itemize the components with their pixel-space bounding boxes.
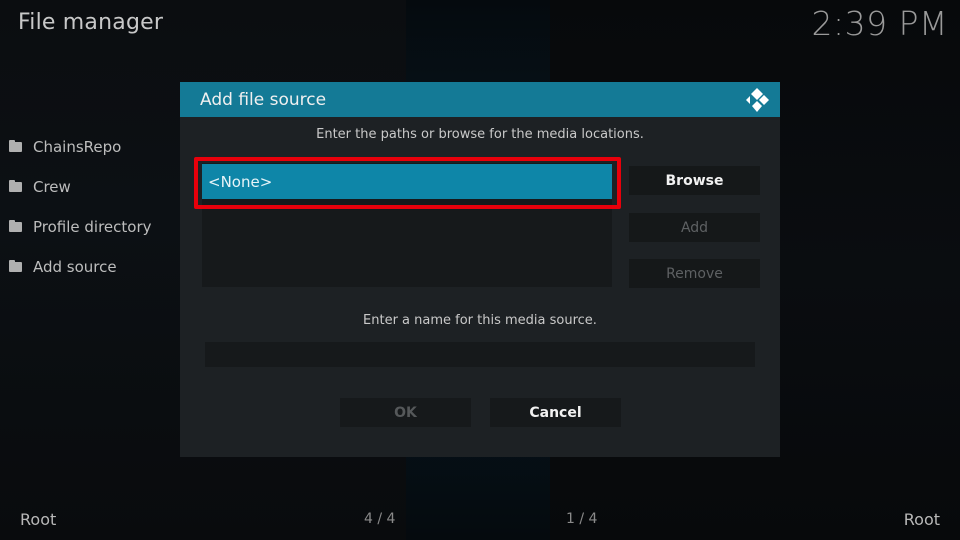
source-list: ChainsRepo Crew Profile directory Add so… [9,127,152,287]
paths-instruction: Enter the paths or browse for the media … [316,127,644,142]
kodi-logo-icon [746,87,769,112]
add-file-source-dialog: Add file source Enter the paths or brows… [180,82,780,457]
folder-icon [9,140,22,152]
footer-path-right: Root [903,510,940,529]
footer-path-left: Root [20,510,57,529]
name-instruction: Enter a name for this media source. [363,313,597,328]
dialog-header: Add file source [180,82,780,117]
footer-count-left: 4 / 4 [364,511,396,527]
folder-icon [9,220,22,232]
source-item-label: Add source [33,258,117,276]
source-item-crew[interactable]: Crew [9,167,152,207]
browse-button[interactable]: Browse [629,166,760,195]
folder-icon [9,260,22,272]
source-item-label: Profile directory [33,218,152,236]
footer-count-right: 1 / 4 [566,511,598,527]
cancel-button[interactable]: Cancel [490,398,621,427]
source-item-label: ChainsRepo [33,138,122,156]
add-button[interactable]: Add [629,213,760,242]
dialog-title: Add file source [200,89,327,110]
source-item-add-source[interactable]: Add source [9,247,152,287]
page-title: File manager [18,10,164,35]
source-name-input[interactable] [205,342,755,367]
folder-icon [9,180,22,192]
highlight-annotation [194,157,621,209]
clock: 2:39 PM [811,4,948,43]
source-item-chainsrepo[interactable]: ChainsRepo [9,127,152,167]
source-item-profile-directory[interactable]: Profile directory [9,207,152,247]
remove-button[interactable]: Remove [629,259,760,288]
source-item-label: Crew [33,178,71,196]
ok-button[interactable]: OK [340,398,471,427]
